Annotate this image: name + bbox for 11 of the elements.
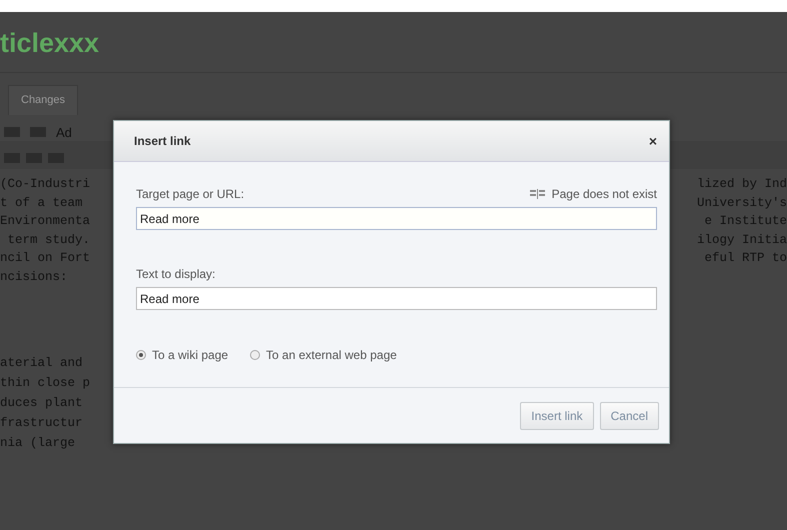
field-label: Text to display: <box>136 267 216 281</box>
radio-option[interactable]: To an external web page <box>250 348 397 362</box>
radio-option[interactable]: To a wiki page <box>136 348 228 362</box>
target-field[interactable]: Read more <box>136 207 657 230</box>
display-text-field[interactable]: Read more <box>136 287 657 310</box>
link-status-icon <box>530 189 546 199</box>
field-label: Target page or URL: <box>136 187 244 201</box>
link-status: Page does not exist <box>552 187 657 201</box>
page-title: ticlexxx <box>0 12 787 73</box>
dialog-title: Insert link <box>134 134 191 148</box>
close-button[interactable]: × <box>648 133 657 149</box>
